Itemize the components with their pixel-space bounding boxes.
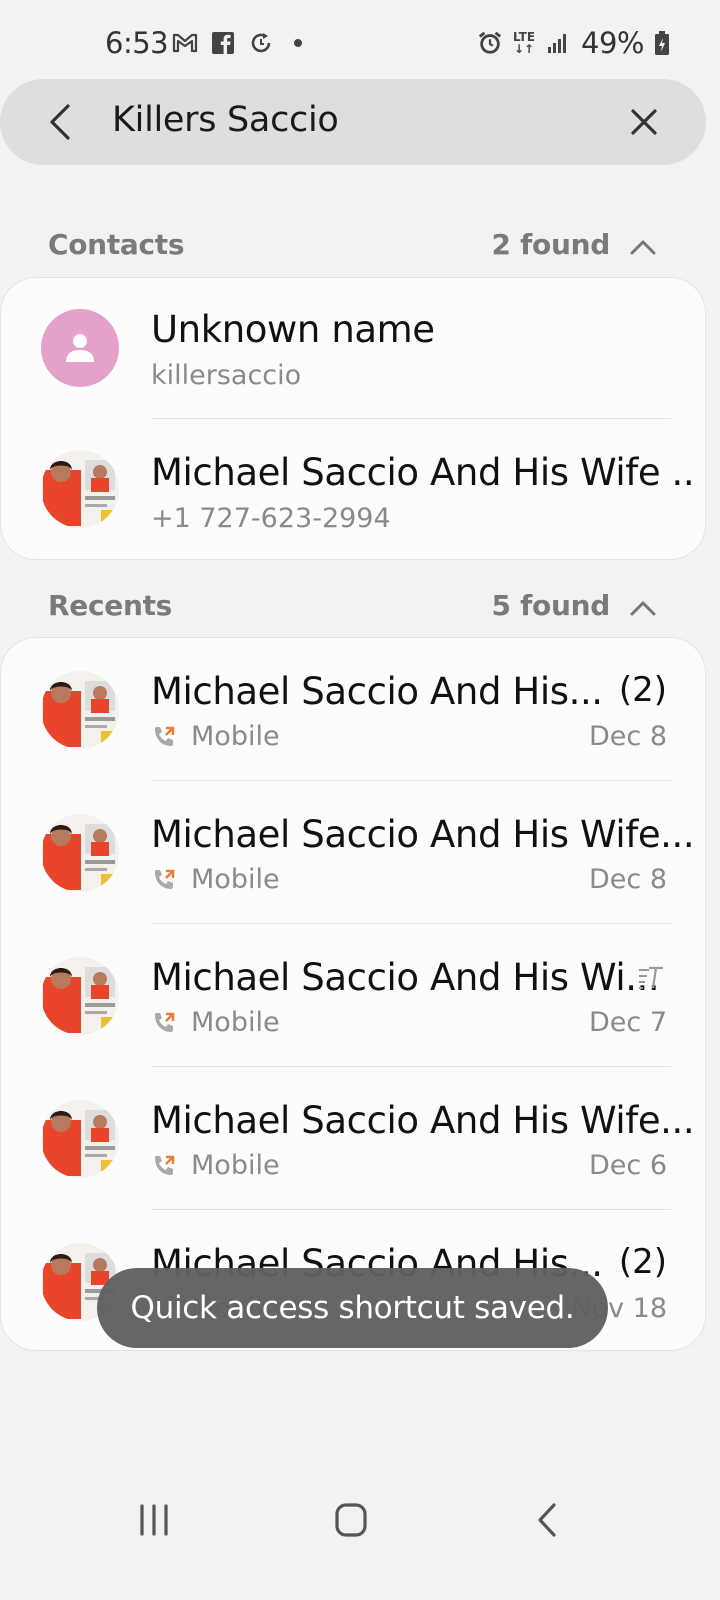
section-title: Contacts bbox=[48, 228, 185, 261]
chevron-up-icon[interactable] bbox=[628, 232, 658, 262]
status-right-icons: LTE ↓↑ 49% bbox=[477, 26, 670, 60]
avatar bbox=[41, 309, 119, 387]
battery-icon bbox=[654, 30, 670, 56]
call-type: Mobile bbox=[191, 1007, 280, 1038]
person-icon bbox=[66, 334, 94, 362]
close-icon bbox=[631, 109, 657, 135]
chevron-left-icon bbox=[50, 104, 70, 140]
contact-row[interactable]: Michael Saccio And His Wife .. +1 727-62… bbox=[1, 419, 707, 561]
contact-phone: +1 727-623-2994 bbox=[151, 503, 391, 534]
call-type: Mobile bbox=[191, 1150, 280, 1181]
avatar bbox=[41, 671, 119, 749]
recent-name: Michael Saccio And His... bbox=[151, 670, 603, 713]
alarm-icon bbox=[477, 30, 503, 56]
outgoing-call-icon bbox=[155, 1012, 175, 1032]
recent-name: Michael Saccio And His Wife... bbox=[151, 1099, 695, 1142]
status-left-icons bbox=[172, 30, 302, 56]
status-bar: 6:53 LTE ↓↑ 49% bbox=[0, 0, 720, 88]
call-count: (2) bbox=[618, 1242, 667, 1282]
recent-call-row[interactable]: Michael Saccio And His... (2) Mobile Dec… bbox=[1, 638, 707, 780]
contact-photo bbox=[41, 450, 119, 528]
contact-sub: killersaccio bbox=[151, 360, 302, 391]
home-button[interactable] bbox=[321, 1500, 381, 1540]
recents-section-header[interactable]: Recents 5 found bbox=[48, 589, 668, 629]
contact-name: Unknown name bbox=[151, 308, 435, 351]
contact-name: Michael Saccio And His Wife .. bbox=[151, 451, 695, 494]
avatar bbox=[41, 814, 119, 892]
recent-call-row[interactable]: Michael Saccio And His Wi... Mobile Dec … bbox=[1, 924, 707, 1066]
outgoing-call-icon bbox=[155, 869, 175, 889]
status-time: 6:53 bbox=[105, 26, 169, 60]
section-count: 5 found bbox=[491, 589, 611, 622]
contact-photo bbox=[41, 814, 119, 892]
call-date: Dec 7 bbox=[588, 1007, 667, 1038]
call-type: Mobile bbox=[191, 721, 280, 752]
memo-icon bbox=[639, 966, 663, 989]
recent-call-row[interactable]: Michael Saccio And His Wife... Mobile De… bbox=[1, 1067, 707, 1209]
clear-search-button[interactable] bbox=[622, 100, 666, 144]
call-date: Dec 8 bbox=[588, 864, 667, 895]
home-icon bbox=[335, 1503, 367, 1537]
call-date: Dec 8 bbox=[588, 721, 667, 752]
navigation-bar bbox=[0, 1480, 720, 1600]
avatar bbox=[41, 450, 119, 528]
recent-apps-button[interactable] bbox=[124, 1500, 184, 1540]
search-bar: Killers Saccio bbox=[0, 79, 706, 165]
avatar bbox=[41, 957, 119, 1035]
search-input[interactable]: Killers Saccio bbox=[112, 100, 339, 140]
toast-message: Quick access shortcut saved. bbox=[97, 1268, 608, 1348]
avatar bbox=[41, 1100, 119, 1178]
outgoing-call-icon bbox=[155, 1155, 175, 1175]
contacts-section-header[interactable]: Contacts 2 found bbox=[48, 228, 668, 268]
contact-photo bbox=[41, 671, 119, 749]
back-button[interactable] bbox=[40, 100, 84, 144]
recent-name: Michael Saccio And His Wife... bbox=[151, 813, 695, 856]
facebook-icon bbox=[210, 30, 236, 56]
gmail-icon bbox=[172, 30, 198, 56]
signal-icon bbox=[545, 30, 571, 56]
recent-name: Michael Saccio And His Wi... bbox=[151, 956, 660, 999]
nav-back-button[interactable] bbox=[518, 1500, 578, 1540]
contact-photo bbox=[41, 1100, 119, 1178]
chevron-up-icon[interactable] bbox=[628, 593, 658, 623]
outgoing-call-icon bbox=[155, 726, 175, 746]
contact-row[interactable]: Unknown name killersaccio bbox=[1, 278, 707, 418]
recents-card: Michael Saccio And His... (2) Mobile Dec… bbox=[0, 637, 706, 1351]
contacts-card: Unknown name killersaccio Michael Saccio… bbox=[0, 277, 706, 560]
call-type: Mobile bbox=[191, 864, 280, 895]
call-date: Dec 6 bbox=[588, 1150, 667, 1181]
sync-icon bbox=[248, 30, 274, 56]
section-title: Recents bbox=[48, 589, 173, 622]
recent-call-row[interactable]: Michael Saccio And His Wife... Mobile De… bbox=[1, 781, 707, 923]
contact-photo bbox=[41, 957, 119, 1035]
back-icon bbox=[538, 1503, 556, 1537]
notification-dot-icon bbox=[294, 39, 302, 47]
lte-icon: LTE ↓↑ bbox=[512, 30, 536, 56]
call-count: (2) bbox=[618, 670, 667, 710]
section-count: 2 found bbox=[491, 228, 611, 261]
battery-percent: 49% bbox=[581, 26, 644, 60]
recent-apps-icon bbox=[140, 1504, 168, 1536]
